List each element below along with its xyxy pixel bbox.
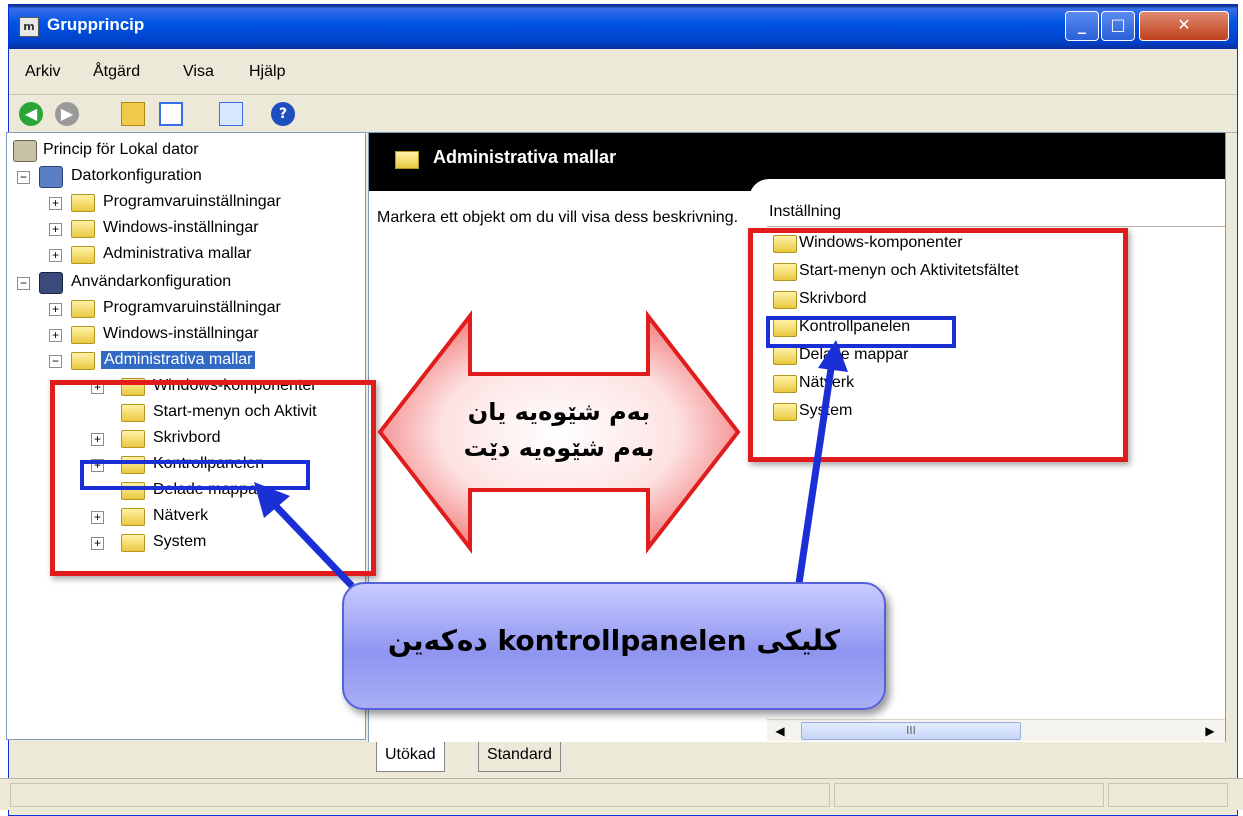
window-title: Grupprincip xyxy=(47,15,145,34)
arrow-caption-line2: بەم شێوەیە دێت xyxy=(463,434,655,462)
collapse-icon[interactable]: − xyxy=(17,171,30,184)
show-tree-icon[interactable] xyxy=(159,102,183,126)
description-text: Markera ett objekt om du vill visa dess … xyxy=(377,209,739,226)
highlight-kontrollpanelen-list xyxy=(766,316,956,348)
menu-atgard[interactable]: Åtgärd xyxy=(93,63,140,81)
double-arrow-callout: بەم شێوەیە یان بەم شێوەیە دێت xyxy=(380,312,738,552)
expand-icon[interactable]: + xyxy=(49,197,62,210)
folder-icon xyxy=(71,194,95,212)
tree-label-selected: Administrativa mallar xyxy=(101,351,256,369)
title-bar[interactable]: m Grupprincip _ □ ✕ xyxy=(9,5,1237,49)
scroll-left-icon[interactable]: ◀ xyxy=(771,722,789,740)
tree-label: Datorkonfiguration xyxy=(71,167,202,184)
tab-standard[interactable]: Standard xyxy=(478,742,561,772)
back-icon[interactable]: ◀ xyxy=(19,102,43,126)
folder-icon xyxy=(395,151,419,169)
scroll-thumb[interactable]: III xyxy=(801,722,1021,740)
tree-label: Programvaruinställningar xyxy=(103,193,281,210)
tree-label: Windows-inställningar xyxy=(103,219,259,236)
arrow-caption-line1: بەم شێوەیە یان xyxy=(467,398,651,426)
status-bar xyxy=(0,778,1243,810)
column-label: Inställning xyxy=(769,203,842,220)
view-tabs: Utökad Standard xyxy=(368,742,1226,778)
up-folder-icon[interactable] xyxy=(121,102,145,126)
toolbar: ◀ ▶ ? xyxy=(9,95,1237,133)
scroll-right-icon[interactable]: ▶ xyxy=(1201,722,1219,740)
forward-icon[interactable]: ▶ xyxy=(55,102,79,126)
column-header-setting[interactable]: Inställning xyxy=(767,201,1225,227)
minimize-button[interactable]: _ xyxy=(1065,11,1099,41)
list-horizontal-scrollbar[interactable]: ◀ III ▶ xyxy=(767,719,1225,741)
open-folder-icon xyxy=(71,352,95,370)
help-icon[interactable]: ? xyxy=(271,102,295,126)
maximize-button[interactable]: □ xyxy=(1101,11,1135,41)
expand-icon[interactable]: + xyxy=(49,329,62,342)
menu-arkiv[interactable]: Arkiv xyxy=(25,63,61,81)
folder-icon xyxy=(71,220,95,238)
export-list-icon[interactable] xyxy=(219,102,243,126)
status-cell-main xyxy=(10,783,830,807)
tab-extended[interactable]: Utökad xyxy=(376,742,445,772)
highlight-kontrollpanelen-tree xyxy=(80,460,310,490)
folder-icon xyxy=(71,246,95,264)
close-button[interactable]: ✕ xyxy=(1139,11,1229,41)
menu-visa[interactable]: Visa xyxy=(183,63,214,81)
menu-bar: Arkiv Åtgärd Visa Hjälp xyxy=(9,49,1237,95)
mmc-icon: m xyxy=(19,17,39,37)
computer-icon xyxy=(39,166,63,188)
users-icon xyxy=(39,272,63,294)
folder-icon xyxy=(71,326,95,344)
folder-icon xyxy=(71,300,95,318)
callout-text: کلیکی kontrollpanelen دەکەین xyxy=(387,624,841,657)
extended-view-divider xyxy=(749,179,1225,199)
tree-label: Princip för Lokal dator xyxy=(43,141,199,158)
status-cell xyxy=(1108,783,1228,807)
instruction-callout: کلیکی kontrollpanelen دەکەین xyxy=(342,582,886,710)
menu-hjalp[interactable]: Hjälp xyxy=(249,63,285,81)
expand-icon[interactable]: + xyxy=(49,303,62,316)
collapse-icon[interactable]: − xyxy=(17,277,30,290)
arrow-caption: بەم شێوەیە یان بەم شێوەیە دێت xyxy=(380,394,738,466)
tree-label: Programvaruinställningar xyxy=(103,299,281,316)
expand-icon[interactable]: + xyxy=(49,223,62,236)
status-cell xyxy=(834,783,1104,807)
details-title: Administrativa mallar xyxy=(433,147,617,167)
tree-label: Användarkonfiguration xyxy=(71,273,232,290)
tree-label: Administrativa mallar xyxy=(103,245,252,262)
policy-icon xyxy=(13,140,37,162)
expand-icon[interactable]: + xyxy=(49,249,62,262)
tree-label: Windows-inställningar xyxy=(103,325,259,342)
collapse-icon[interactable]: − xyxy=(49,355,62,368)
